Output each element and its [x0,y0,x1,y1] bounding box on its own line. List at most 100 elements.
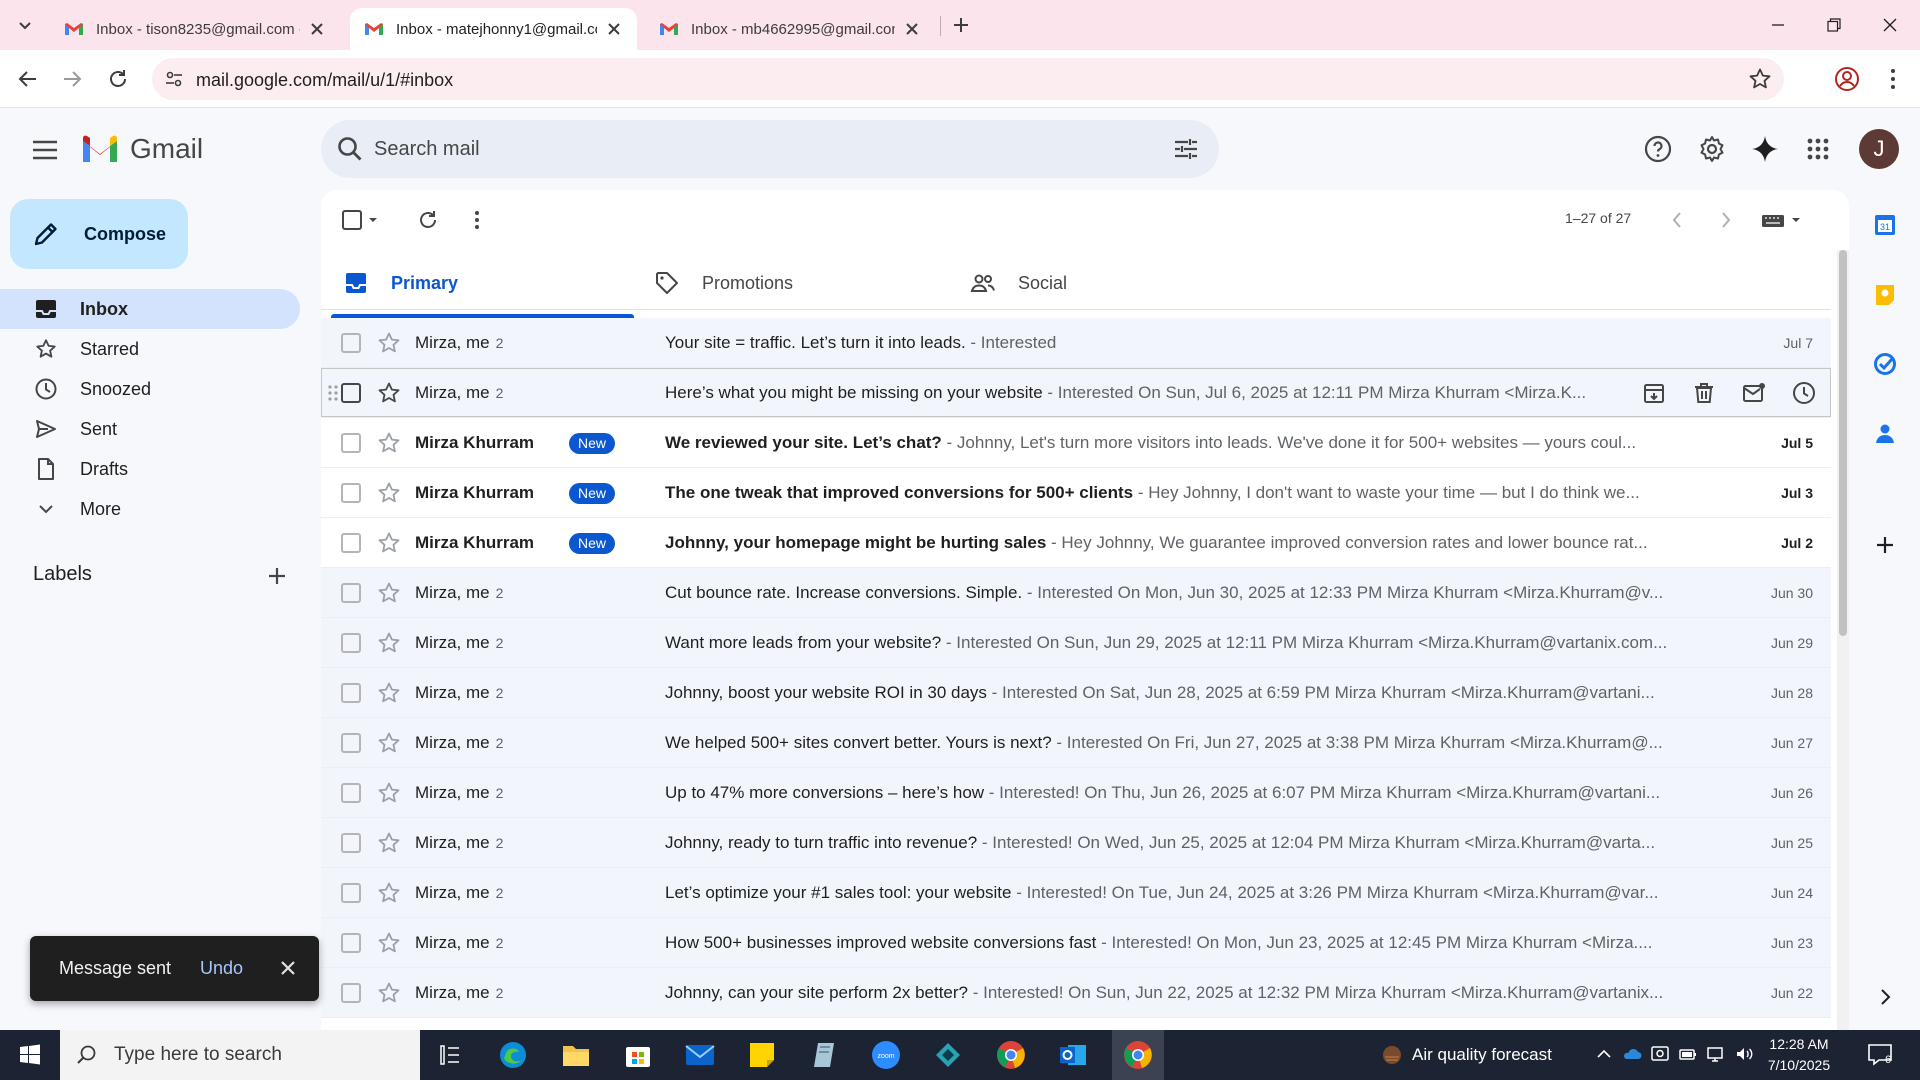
email-row[interactable]: Mirza, me 2 Up to 47% more conversions – h… [321,768,1831,818]
task-view-button[interactable] [433,1038,467,1072]
star-icon[interactable] [377,681,401,705]
email-row[interactable]: Mirza, me 2 Here’s what you might be missi… [321,368,1831,418]
input-tools-button[interactable] [1759,206,1805,234]
star-icon[interactable] [377,481,401,505]
calendar-addon-button[interactable]: 31 [1870,210,1900,240]
star-icon[interactable] [377,981,401,1005]
keep-addon-button[interactable] [1870,280,1900,310]
tab-primary[interactable]: Primary [343,256,458,310]
taskbar-outlook[interactable] [1056,1038,1090,1072]
search-icon[interactable] [335,134,365,164]
site-info-icon[interactable] [162,67,186,91]
gmail-logo[interactable]: Gmail [80,133,203,165]
close-icon[interactable] [308,20,326,38]
star-icon[interactable] [377,781,401,805]
older-button[interactable] [1712,206,1740,234]
close-window-button[interactable] [1870,10,1910,40]
taskbar-sticky-notes[interactable] [745,1038,779,1072]
browser-tab[interactable]: Inbox - mb4662995@gmail.con [645,8,935,50]
settings-button[interactable] [1697,134,1727,164]
restore-button[interactable] [1814,10,1854,40]
tab-promotions[interactable]: Promotions [654,256,793,310]
main-menu-button[interactable] [28,135,62,165]
onedrive-cloud-icon[interactable] [1622,1044,1642,1064]
taskbar-chrome[interactable] [994,1038,1028,1072]
sidebar-item-inbox[interactable]: Inbox [0,289,300,329]
sidebar-item-snoozed[interactable]: Snoozed [0,369,300,409]
email-row[interactable]: Mirza, me 2 Johnny, ready to turn traffic … [321,818,1831,868]
scrollbar-thumb[interactable] [1839,250,1847,636]
email-row[interactable]: Mirza Khurram New We reviewed your site. L… [321,418,1831,468]
email-row[interactable]: Mirza, me 2 We helped 500+ sites convert b… [321,718,1831,768]
more-actions-button[interactable] [463,206,491,234]
close-icon[interactable] [903,20,921,38]
row-checkbox[interactable] [341,532,361,553]
taskbar-app[interactable] [807,1038,841,1072]
sidebar-item-drafts[interactable]: Drafts [0,449,300,489]
email-row[interactable]: Mirza, me 2 Johnny, can your site perform … [321,968,1831,1018]
get-addons-button[interactable] [1870,530,1900,560]
browser-tab-active[interactable]: Inbox - matejhonny1@gmail.co [350,8,637,50]
gemini-button[interactable] [1750,134,1780,164]
row-checkbox[interactable] [341,882,361,903]
taskbar-store[interactable] [621,1038,655,1072]
sidebar-item-more[interactable]: More [0,489,300,529]
email-row[interactable]: Mirza, me 2 Your site = traffic. Let’s tur… [321,318,1831,368]
row-checkbox[interactable] [341,482,361,503]
close-icon[interactable] [276,956,300,980]
search-input[interactable] [374,133,1114,165]
taskbar-file-explorer[interactable] [559,1038,593,1072]
volume-icon[interactable] [1734,1044,1754,1064]
email-row[interactable]: Mirza, me 2 Cut bounce rate. Increase conv… [321,568,1831,618]
snooze-icon[interactable] [1791,380,1817,406]
row-checkbox[interactable] [341,732,361,753]
row-checkbox[interactable] [341,682,361,703]
back-button[interactable] [14,65,42,93]
star-icon[interactable] [377,831,401,855]
drag-handle-icon[interactable] [326,383,340,403]
refresh-button[interactable] [414,206,442,234]
row-checkbox[interactable] [341,432,361,453]
newer-button[interactable] [1663,206,1691,234]
taskbar-edge[interactable] [496,1038,530,1072]
row-checkbox[interactable] [341,582,361,603]
star-icon[interactable] [377,881,401,905]
close-icon[interactable] [605,20,623,38]
battery-icon[interactable] [1678,1044,1698,1064]
star-icon[interactable] [377,581,401,605]
row-checkbox[interactable] [341,382,361,403]
browser-menu-icon[interactable] [1880,66,1906,92]
taskbar-search[interactable]: Type here to search [60,1030,420,1080]
profile-icon[interactable] [1834,66,1860,92]
star-icon[interactable] [377,531,401,555]
system-clock[interactable]: 12:28 AM 7/10/2025 [1762,1034,1836,1076]
select-all-checkbox[interactable] [339,206,385,234]
new-tab-button[interactable] [948,12,974,38]
address-bar[interactable]: mail.google.com/mail/u/1/#inbox [152,58,1784,100]
weather-widget-text[interactable]: Air quality forecast [1412,1045,1552,1065]
google-apps-button[interactable] [1803,134,1833,164]
row-checkbox[interactable] [341,632,361,653]
bookmark-star-icon[interactable] [1748,67,1772,91]
star-icon[interactable] [377,631,401,655]
email-row[interactable]: Mirza, me 2 How 500+ businesses improved w… [321,918,1831,968]
account-avatar[interactable]: J [1859,129,1899,169]
star-icon[interactable] [377,731,401,755]
archive-icon[interactable] [1641,380,1667,406]
taskbar-app[interactable] [931,1038,965,1072]
row-checkbox[interactable] [341,832,361,853]
support-button[interactable] [1643,134,1673,164]
taskbar-zoom[interactable]: zoom [869,1038,903,1072]
contacts-addon-button[interactable] [1870,419,1900,449]
hide-side-panel-button[interactable] [1870,982,1900,1012]
search-bar[interactable] [321,120,1219,178]
trash-icon[interactable] [1691,380,1717,406]
tasks-addon-button[interactable] [1870,349,1900,379]
reload-button[interactable] [104,65,132,93]
start-button[interactable] [0,1030,60,1080]
row-checkbox[interactable] [341,782,361,803]
email-row[interactable]: Mirza, me 2 Johnny, boost your website ROI… [321,668,1831,718]
star-icon[interactable] [377,931,401,955]
star-icon[interactable] [377,431,401,455]
row-checkbox[interactable] [341,332,361,353]
